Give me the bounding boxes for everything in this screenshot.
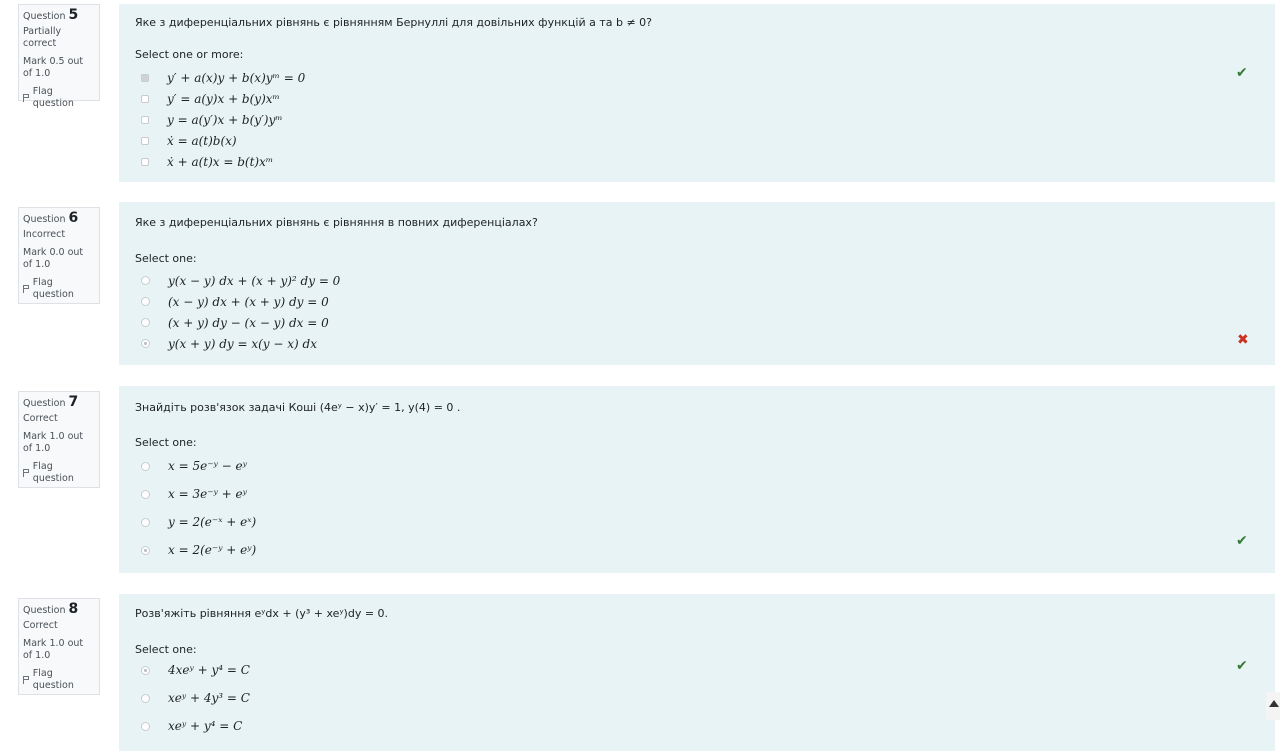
question-state: Partially correct [23, 26, 62, 49]
question-content-5: Яке з диференціальних рівнянь є рівняння… [119, 4, 1275, 182]
answer-list: y′ + a(x)y + b(x)yᵐ = 0 y′ = a(y)x + b(y… [141, 67, 305, 172]
check-icon: ✔ [1236, 658, 1248, 674]
flag-question-link[interactable]: Flag question [23, 277, 95, 301]
question-text: Знайдіть розв'язок задачі Коші (4eʸ − x)… [135, 401, 461, 414]
answer-prompt: Select one or more: [135, 48, 244, 61]
check-icon: ✔ [1236, 533, 1248, 549]
answer-radio[interactable] [141, 461, 150, 471]
answer-checkbox[interactable] [141, 136, 149, 145]
answer-option[interactable]: x = 5e⁻ʸ − eʸ [141, 452, 256, 480]
flag-icon [23, 469, 30, 477]
answer-prompt: Select one: [135, 643, 197, 656]
answer-checkbox[interactable] [141, 115, 149, 124]
answer-option[interactable]: y′ = a(y)x + b(y)xᵐ [141, 88, 305, 109]
answer-list: x = 5e⁻ʸ − eʸ x = 3e⁻ʸ + eʸ y = 2(e⁻ˣ + … [141, 452, 256, 564]
question-grade: Mark 0.5 out of 1.0 [23, 56, 84, 79]
answer-list: 4xeʸ + y⁴ = C xeʸ + 4y³ = C xeʸ + y⁴ = C [141, 656, 250, 740]
answer-option[interactable]: x = 3e⁻ʸ + eʸ [141, 480, 256, 508]
answer-option[interactable]: y(x − y) dx + (x + y)² dy = 0 [141, 270, 340, 291]
question-state: Incorrect [23, 229, 66, 240]
answer-radio[interactable] [141, 318, 150, 327]
question-state: Correct [23, 413, 58, 424]
answer-radio[interactable] [141, 297, 150, 306]
scroll-up-button[interactable] [1266, 692, 1280, 720]
answer-option[interactable]: ẋ + a(t)x = b(t)xᵐ [141, 151, 305, 172]
question-number: Question 8 [23, 601, 79, 617]
question-info-8: Question 8 Correct Mark 1.0 out of 1.0 F… [18, 598, 100, 695]
question-number: Question 6 [23, 210, 79, 226]
answer-radio[interactable] [141, 545, 150, 555]
answer-option[interactable]: xeʸ + y⁴ = C [141, 712, 250, 740]
answer-radio[interactable] [141, 665, 150, 675]
answer-option[interactable]: y = 2(e⁻ˣ + eˣ) [141, 508, 256, 536]
answer-radio[interactable] [141, 489, 150, 499]
cross-icon: ✖ [1237, 332, 1249, 348]
question-grade: Mark 1.0 out of 1.0 [23, 638, 84, 661]
question-content-7: Знайдіть розв'язок задачі Коші (4eʸ − x)… [119, 386, 1275, 573]
answer-option[interactable]: ẋ = a(t)b(x) [141, 130, 305, 151]
question-grade: Mark 0.0 out of 1.0 [23, 247, 84, 270]
question-text: Яке з диференціальних рівнянь є рівняння… [135, 216, 538, 229]
flag-icon [23, 94, 30, 102]
flag-icon [23, 285, 30, 293]
answer-radio[interactable] [141, 721, 150, 731]
answer-checkbox[interactable] [141, 157, 149, 166]
flag-question-link[interactable]: Flag question [23, 461, 95, 485]
flag-question-link[interactable]: Flag question [23, 86, 95, 110]
question-info-5: Question 5 Partially correct Mark 0.5 ou… [18, 4, 100, 109]
answer-radio[interactable] [141, 339, 150, 348]
question-text: Розв'яжіть рівняння eʸdx + (y³ + xeʸ)dy … [135, 607, 389, 620]
question-content-8: Розв'яжіть рівняння eʸdx + (y³ + xeʸ)dy … [119, 594, 1275, 751]
question-state: Correct [23, 620, 58, 631]
flag-question-link[interactable]: Flag question [23, 668, 95, 692]
question-number: Question 7 [23, 394, 79, 410]
check-icon: ✔ [1236, 65, 1248, 81]
answer-radio[interactable] [141, 276, 150, 285]
question-grade: Mark 1.0 out of 1.0 [23, 431, 84, 454]
answer-radio[interactable] [141, 517, 150, 527]
question-content-6: Яке з диференціальних рівнянь є рівняння… [119, 202, 1275, 365]
answer-prompt: Select one: [135, 436, 197, 449]
question-text: Яке з диференціальних рівнянь є рівняння… [135, 16, 653, 29]
answer-radio[interactable] [141, 693, 150, 703]
answer-option[interactable]: y′ + a(x)y + b(x)yᵐ = 0 [141, 67, 305, 88]
answer-list: y(x − y) dx + (x + y)² dy = 0 (x − y) dx… [141, 270, 340, 354]
answer-option[interactable]: 4xeʸ + y⁴ = C [141, 656, 250, 684]
answer-option[interactable]: (x − y) dx + (x + y) dy = 0 [141, 291, 340, 312]
flag-icon [23, 676, 30, 684]
question-number: Question 5 [23, 7, 79, 23]
answer-checkbox[interactable] [141, 94, 149, 103]
answer-option[interactable]: y = a(y′)x + b(y′)yᵐ [141, 109, 305, 130]
answer-option[interactable]: y(x + y) dy = x(y − x) dx [141, 333, 340, 354]
answer-checkbox[interactable] [141, 73, 149, 82]
answer-option[interactable]: (x + y) dy − (x − y) dx = 0 [141, 312, 340, 333]
answer-option[interactable]: xeʸ + 4y³ = C [141, 684, 250, 712]
question-info-6: Question 6 Incorrect Mark 0.0 out of 1.0… [18, 207, 100, 304]
question-info-7: Question 7 Correct Mark 1.0 out of 1.0 F… [18, 391, 100, 488]
answer-prompt: Select one: [135, 252, 197, 265]
answer-option[interactable]: x = 2(e⁻ʸ + eʸ) [141, 536, 256, 564]
